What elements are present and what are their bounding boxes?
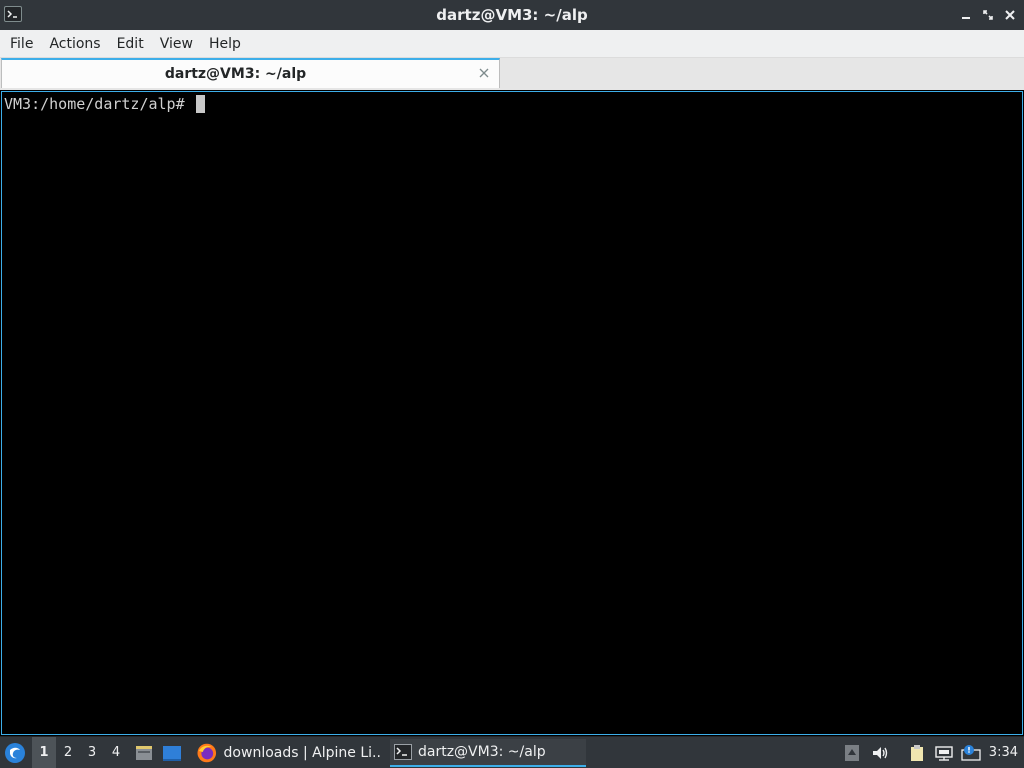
menu-file[interactable]: File	[2, 30, 41, 58]
desktop-3-button[interactable]: 3	[80, 737, 104, 768]
desktop-4-button[interactable]: 4	[104, 737, 128, 768]
taskbar-task-firefox[interactable]: downloads | Alpine Li...	[192, 739, 382, 767]
menu-view[interactable]: View	[152, 30, 201, 58]
minimize-icon	[962, 17, 970, 19]
tray-show-hidden-button[interactable]	[843, 744, 861, 762]
desktop-icon	[163, 746, 181, 761]
restore-icon	[983, 10, 993, 20]
close-icon	[1005, 10, 1015, 20]
close-window-button[interactable]	[1002, 6, 1018, 24]
maximize-button[interactable]	[980, 6, 996, 24]
network-icon	[935, 746, 953, 761]
firefox-icon	[197, 743, 217, 763]
desktop-1-button[interactable]: 1	[32, 737, 56, 768]
menu-bar: File Actions Edit View Help	[0, 30, 1024, 58]
tab-terminal[interactable]: dartz@VM3: ~/alp	[1, 58, 500, 88]
taskbar: 1 2 3 4 downloads | Alpine Li... dartz@V…	[0, 736, 1024, 768]
menu-help[interactable]: Help	[201, 30, 249, 58]
shell-prompt: VM3:/home/dartz/alp#	[4, 95, 194, 113]
file-manager-icon	[136, 746, 152, 760]
menu-edit[interactable]: Edit	[109, 30, 152, 58]
clipboard-icon	[911, 745, 923, 761]
tray-network-button[interactable]	[935, 744, 953, 762]
notification-icon	[961, 745, 981, 761]
tab-close-button[interactable]	[477, 66, 491, 80]
terminal-icon	[394, 744, 412, 760]
close-icon	[479, 68, 489, 78]
desktop-switcher: 1 2 3 4	[32, 737, 128, 768]
minimize-button[interactable]	[958, 6, 974, 24]
task-label: dartz@VM3: ~/alp	[418, 744, 546, 760]
tray-clipboard-button[interactable]	[908, 744, 926, 762]
tray-volume-button[interactable]	[871, 744, 889, 762]
text-cursor	[195, 95, 205, 113]
arrow-up-icon	[845, 745, 859, 761]
desktop-2-button[interactable]: 2	[56, 737, 80, 768]
clock[interactable]: 3:34	[989, 737, 1018, 768]
terminal-view[interactable]: VM3:/home/dartz/alp#	[1, 91, 1023, 735]
speaker-icon	[873, 747, 888, 759]
task-label: downloads | Alpine Li...	[223, 745, 382, 761]
show-desktop-button[interactable]	[162, 743, 182, 763]
application-menu-button[interactable]	[4, 742, 26, 764]
prompt-line: VM3:/home/dartz/alp#	[4, 94, 205, 114]
tab-label: dartz@VM3: ~/alp	[164, 66, 307, 82]
tray-notification-button[interactable]	[961, 744, 981, 762]
menu-actions[interactable]: Actions	[41, 30, 108, 58]
tab-bar: dartz@VM3: ~/alp	[0, 58, 1024, 90]
lxqt-logo-icon	[5, 743, 25, 763]
taskbar-task-terminal[interactable]: dartz@VM3: ~/alp	[390, 739, 586, 767]
window-titlebar[interactable]: dartz@VM3: ~/alp	[0, 0, 1024, 30]
file-manager-launcher[interactable]	[134, 743, 154, 763]
window-title: dartz@VM3: ~/alp	[436, 6, 588, 24]
